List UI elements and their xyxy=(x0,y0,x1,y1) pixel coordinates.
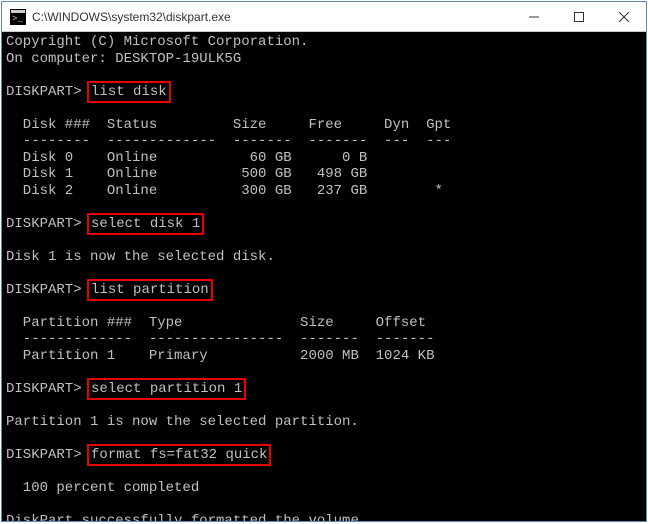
computer-line: On computer: DESKTOP-19ULK5G xyxy=(6,51,642,68)
minimize-icon xyxy=(529,12,539,22)
copyright-line: Copyright (C) Microsoft Corporation. xyxy=(6,34,642,51)
cmd-format: format fs=fat32 quick xyxy=(90,447,268,464)
svg-text:>_: >_ xyxy=(12,14,23,24)
prompt: DISKPART> xyxy=(6,282,82,298)
titlebar[interactable]: >_ C:\WINDOWS\system32\diskpart.exe xyxy=(2,2,646,32)
app-icon: >_ xyxy=(10,9,26,25)
close-icon xyxy=(619,12,629,22)
cmd-select-disk: select disk 1 xyxy=(90,216,201,233)
msg-formatted: DiskPart successfully formatted the volu… xyxy=(6,513,642,522)
disk-row: Disk 1 Online 500 GB 498 GB xyxy=(6,166,642,183)
terminal-output[interactable]: Copyright (C) Microsoft Corporation.On c… xyxy=(2,32,646,521)
prompt: DISKPART> xyxy=(6,447,82,463)
window-controls xyxy=(511,2,646,31)
close-button[interactable] xyxy=(601,2,646,31)
cmd-select-partition: select partition 1 xyxy=(90,381,243,398)
msg-disk-selected: Disk 1 is now the selected disk. xyxy=(6,249,642,266)
disk-table-divider: -------- ------------- ------- ------- -… xyxy=(6,133,642,150)
disk-row: Disk 2 Online 300 GB 237 GB * xyxy=(6,183,642,200)
partition-row: Partition 1 Primary 2000 MB 1024 KB xyxy=(6,348,642,365)
prompt: DISKPART> xyxy=(6,84,82,100)
disk-table-header: Disk ### Status Size Free Dyn Gpt xyxy=(6,117,642,134)
partition-table-divider: ------------- ---------------- ------- -… xyxy=(6,331,642,348)
msg-partition-selected: Partition 1 is now the selected partitio… xyxy=(6,414,642,431)
minimize-button[interactable] xyxy=(511,2,556,31)
window-title: C:\WINDOWS\system32\diskpart.exe xyxy=(32,10,511,24)
disk-row: Disk 0 Online 60 GB 0 B xyxy=(6,150,642,167)
prompt: DISKPART> xyxy=(6,216,82,232)
maximize-button[interactable] xyxy=(556,2,601,31)
maximize-icon xyxy=(574,12,584,22)
partition-table-header: Partition ### Type Size Offset xyxy=(6,315,642,332)
cmd-list-disk: list disk xyxy=(90,84,168,101)
cmd-list-partition: list partition xyxy=(90,282,210,299)
prompt: DISKPART> xyxy=(6,381,82,397)
console-window: >_ C:\WINDOWS\system32\diskpart.exe Copy… xyxy=(1,1,647,522)
progress-line: 100 percent completed xyxy=(6,480,642,497)
